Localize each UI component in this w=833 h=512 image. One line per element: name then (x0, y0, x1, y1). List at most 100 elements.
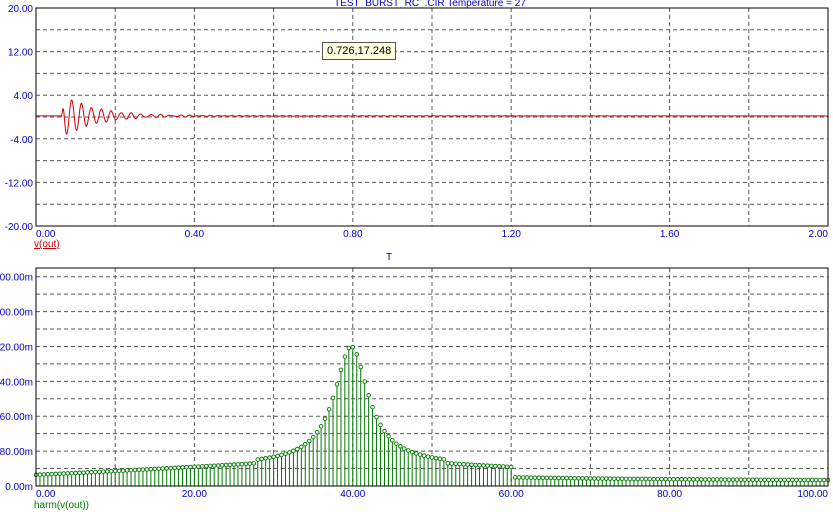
stem-marker (148, 466, 154, 472)
stem-marker (556, 475, 561, 481)
stem-marker (326, 407, 332, 412)
stem-marker (85, 470, 90, 475)
stem-marker (386, 433, 391, 439)
stem-marker (457, 461, 462, 467)
stem-marker (675, 477, 680, 482)
stem-marker (714, 477, 720, 482)
stem-marker (180, 465, 185, 470)
stem-marker (805, 477, 811, 483)
stem-marker (699, 477, 704, 482)
stem-marker (477, 462, 482, 468)
stem-marker (718, 477, 724, 482)
stem-marker (817, 477, 823, 483)
stem-marker (770, 477, 775, 483)
stem-marker (164, 466, 169, 471)
stem-marker (287, 450, 292, 455)
stem-marker (144, 467, 150, 472)
stem-marker (671, 476, 676, 482)
stem-marker (774, 477, 779, 483)
stem-marker (437, 456, 443, 462)
stem-marker (53, 471, 59, 477)
top-ytick-label: 12.00 (8, 48, 33, 59)
stem-marker (425, 454, 431, 459)
stem-marker (548, 475, 554, 481)
stem-marker (473, 462, 478, 468)
stem-marker (801, 477, 807, 483)
stem-marker (156, 466, 162, 471)
stem-marker (619, 476, 625, 482)
stem-marker (627, 476, 633, 482)
stem-marker (200, 464, 205, 469)
stem-marker (794, 477, 799, 483)
stem-marker (421, 453, 427, 458)
stem-marker (231, 462, 237, 467)
stem-marker (255, 457, 261, 462)
stem-marker (465, 462, 470, 467)
stem-marker (409, 449, 415, 455)
stem-marker (89, 469, 94, 475)
stem-marker (136, 467, 142, 473)
stem-marker (172, 465, 177, 471)
stem-marker (405, 448, 411, 453)
stem-marker (485, 463, 490, 468)
stem-marker (520, 475, 526, 480)
stem-marker (809, 477, 815, 483)
stem-marker (37, 472, 43, 477)
stem-marker (489, 463, 494, 469)
stem-marker (184, 464, 189, 470)
stem-marker (441, 457, 447, 462)
stem-marker (334, 382, 340, 387)
stem-marker (734, 477, 740, 482)
series-label-v-out[interactable]: v(out) (34, 239, 60, 250)
series-label-harm[interactable]: harm(v(out)) (34, 500, 89, 511)
stem-marker (390, 438, 395, 443)
stem-marker (544, 475, 550, 481)
bottom-xtick-label: 60.00 (499, 489, 524, 500)
stem-marker (655, 476, 660, 482)
stem-marker (552, 475, 558, 481)
top-xtick-label: 1.20 (501, 229, 521, 240)
stem-marker (382, 428, 387, 434)
stem-marker (314, 430, 320, 435)
stem-marker (568, 475, 573, 481)
stem-marker (413, 451, 419, 456)
stem-marker (362, 379, 367, 384)
stem-marker (105, 469, 110, 474)
stem-marker (192, 464, 197, 470)
stem-marker (358, 364, 363, 370)
stem-marker (132, 467, 138, 473)
stem-marker (584, 476, 589, 481)
stem-marker (683, 477, 688, 482)
stem-marker (279, 452, 284, 458)
stem-marker (318, 423, 324, 429)
stem-marker (754, 477, 759, 483)
stem-marker (259, 456, 264, 462)
stem-marker (453, 461, 459, 467)
stem-marker (101, 469, 106, 474)
stem-marker (310, 434, 316, 440)
bottom-xtick-label: 80.00 (657, 489, 682, 500)
stem-marker (596, 476, 601, 481)
stem-marker (73, 470, 78, 476)
stem-marker (762, 477, 767, 483)
stem-marker (528, 475, 534, 480)
top-xtick-label: 1.60 (660, 229, 680, 240)
stem-marker (532, 475, 538, 480)
stem-marker (524, 475, 530, 480)
stem-marker (659, 476, 664, 482)
stem-marker (504, 464, 510, 469)
stem-marker (778, 477, 783, 483)
stem-marker (512, 475, 518, 480)
stem-marker (600, 476, 605, 481)
stem-marker (536, 475, 542, 480)
stem-marker (576, 476, 581, 481)
stem-marker (65, 471, 70, 476)
stem-marker (501, 464, 506, 469)
stem-marker (782, 477, 787, 483)
stem-marker (168, 465, 173, 471)
stem-marker (639, 476, 645, 482)
stem-marker (821, 477, 827, 483)
stem-marker (742, 477, 748, 482)
stem-marker (160, 466, 165, 471)
stem-marker (116, 468, 122, 474)
